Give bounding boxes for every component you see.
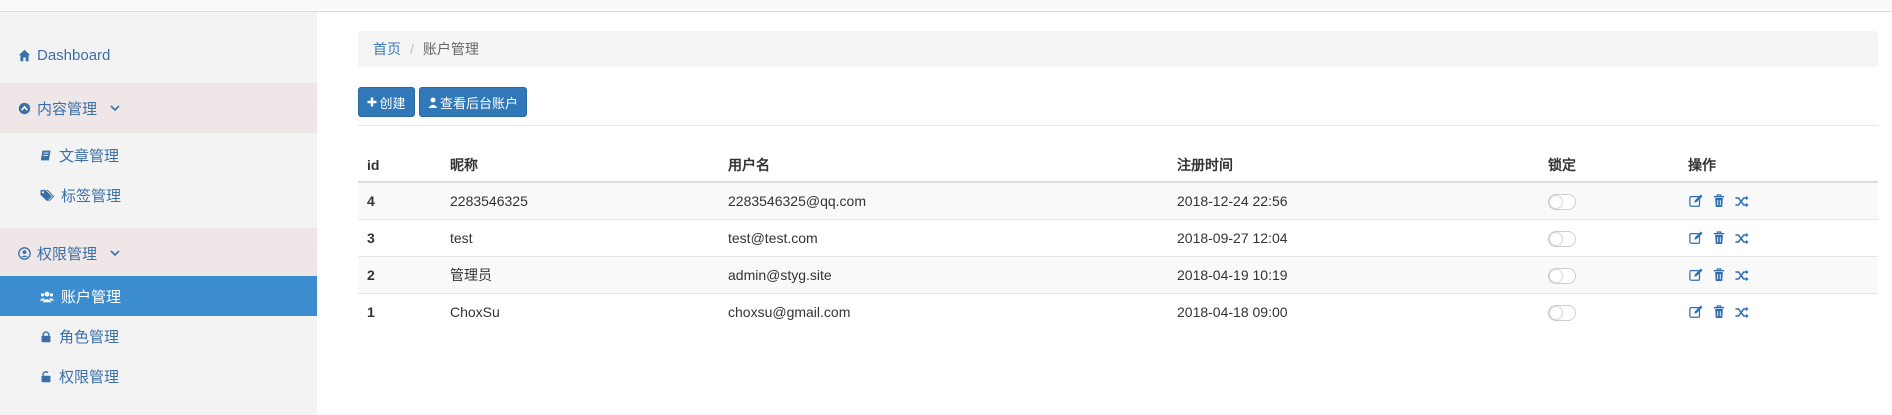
sidebar-section-content[interactable]: 内容管理 [0, 83, 317, 133]
sidebar-item-label: Dashboard [37, 46, 111, 64]
cell-actions [1679, 219, 1878, 257]
cell-actions [1679, 256, 1878, 294]
shuffle-icon[interactable] [1734, 268, 1749, 283]
table-row: 2 管理员 admin@styg.site 2018-04-19 10:19 [358, 256, 1878, 294]
home-icon [16, 47, 32, 63]
cell-username: choxsu@gmail.com [719, 293, 1168, 330]
cell-nickname: 管理员 [441, 256, 719, 294]
users-icon [38, 288, 56, 304]
plus-icon [367, 97, 377, 107]
breadcrumb-home-link[interactable]: 首页 [373, 39, 401, 59]
cell-id: 4 [358, 181, 441, 220]
table-header-row: id 昵称 用户名 注册时间 锁定 操作 [358, 148, 1878, 183]
view-admin-accounts-button[interactable]: 查看后台账户 [419, 87, 527, 117]
cell-registered: 2018-12-24 22:56 [1168, 181, 1539, 220]
shuffle-icon[interactable] [1734, 194, 1749, 209]
sidebar-item-roles[interactable]: 角色管理 [0, 316, 317, 356]
chevron-down-icon [109, 102, 121, 114]
edit-icon[interactable] [1688, 231, 1703, 246]
column-header-id: id [358, 148, 441, 183]
sidebar-item-label: 权限管理 [59, 368, 120, 386]
cell-registered: 2018-09-27 12:04 [1168, 219, 1539, 257]
sidebar: Dashboard 内容管理 文章管理 标签管理 权限管理 账户管理 角色管理 … [0, 12, 317, 415]
cell-locked [1539, 181, 1679, 220]
lock-toggle[interactable] [1548, 267, 1576, 284]
cell-username: test@test.com [719, 219, 1168, 257]
cell-locked [1539, 293, 1679, 330]
sidebar-section-permissions[interactable]: 权限管理 [0, 228, 317, 278]
sidebar-item-label: 文章管理 [59, 147, 120, 165]
cell-registered: 2018-04-18 09:00 [1168, 293, 1539, 330]
table-row: 1 ChoxSu choxsu@gmail.com 2018-04-18 09:… [358, 293, 1878, 330]
edit-icon[interactable] [1688, 268, 1703, 283]
sidebar-item-tags[interactable]: 标签管理 [0, 175, 317, 215]
shuffle-icon[interactable] [1734, 305, 1749, 320]
trash-icon[interactable] [1711, 194, 1726, 209]
row-actions [1688, 305, 1878, 320]
cell-locked [1539, 219, 1679, 257]
trash-icon[interactable] [1711, 268, 1726, 283]
cell-actions [1679, 181, 1878, 220]
lock-toggle[interactable] [1548, 193, 1576, 210]
user-circle-icon [16, 245, 32, 261]
edit-icon[interactable] [1688, 194, 1703, 209]
lock-icon [38, 328, 54, 344]
breadcrumb: 首页 / 账户管理 [358, 31, 1878, 67]
trash-icon[interactable] [1711, 231, 1726, 246]
breadcrumb-current: 账户管理 [422, 41, 479, 57]
row-actions [1688, 231, 1878, 246]
sidebar-section-label: 内容管理 [37, 100, 98, 118]
accounts-table: id 昵称 用户名 注册时间 锁定 操作 4 2283546325 228354… [358, 148, 1878, 330]
sidebar-item-label: 标签管理 [61, 187, 122, 205]
sidebar-item-dashboard[interactable]: Dashboard [0, 35, 317, 75]
table-row: 3 test test@test.com 2018-09-27 12:04 [358, 219, 1878, 257]
row-actions [1688, 268, 1878, 283]
column-header-locked: 锁定 [1539, 148, 1679, 183]
unlock-icon [38, 368, 54, 384]
view-admin-accounts-label: 查看后台账户 [439, 95, 518, 111]
cell-username: admin@styg.site [719, 256, 1168, 294]
circle-up-icon [16, 100, 32, 116]
cell-nickname: ChoxSu [441, 293, 719, 330]
sidebar-item-permissions[interactable]: 权限管理 [0, 356, 317, 396]
cell-actions [1679, 293, 1878, 330]
breadcrumb-separator: / [410, 41, 414, 57]
cell-id: 3 [358, 219, 441, 257]
divider [358, 125, 1878, 126]
create-button-label: 创建 [379, 95, 406, 111]
column-header-actions: 操作 [1679, 148, 1878, 183]
edit-icon[interactable] [1688, 305, 1703, 320]
book-icon [38, 147, 54, 163]
sidebar-section-label: 权限管理 [37, 245, 98, 263]
user-icon [428, 97, 438, 108]
create-button[interactable]: 创建 [358, 87, 415, 117]
shuffle-icon[interactable] [1734, 231, 1749, 246]
cell-locked [1539, 256, 1679, 294]
cell-id: 2 [358, 256, 441, 294]
top-bar [0, 0, 1892, 12]
lock-toggle[interactable] [1548, 230, 1576, 247]
sidebar-item-label: 角色管理 [59, 328, 120, 346]
row-actions [1688, 194, 1878, 209]
cell-nickname: test [441, 219, 719, 257]
tags-icon [38, 187, 56, 203]
column-header-username: 用户名 [719, 148, 1168, 183]
trash-icon[interactable] [1711, 305, 1726, 320]
sidebar-item-accounts[interactable]: 账户管理 [0, 276, 317, 316]
sidebar-item-label: 账户管理 [61, 288, 122, 306]
cell-username: 2283546325@qq.com [719, 181, 1168, 220]
table-row: 4 2283546325 2283546325@qq.com 2018-12-2… [358, 181, 1878, 220]
column-header-nickname: 昵称 [441, 148, 719, 183]
lock-toggle[interactable] [1548, 304, 1576, 321]
sidebar-item-articles[interactable]: 文章管理 [0, 135, 317, 175]
cell-id: 1 [358, 293, 441, 330]
column-header-registered: 注册时间 [1168, 148, 1539, 183]
chevron-down-icon [109, 247, 121, 259]
cell-registered: 2018-04-19 10:19 [1168, 256, 1539, 294]
cell-nickname: 2283546325 [441, 181, 719, 220]
